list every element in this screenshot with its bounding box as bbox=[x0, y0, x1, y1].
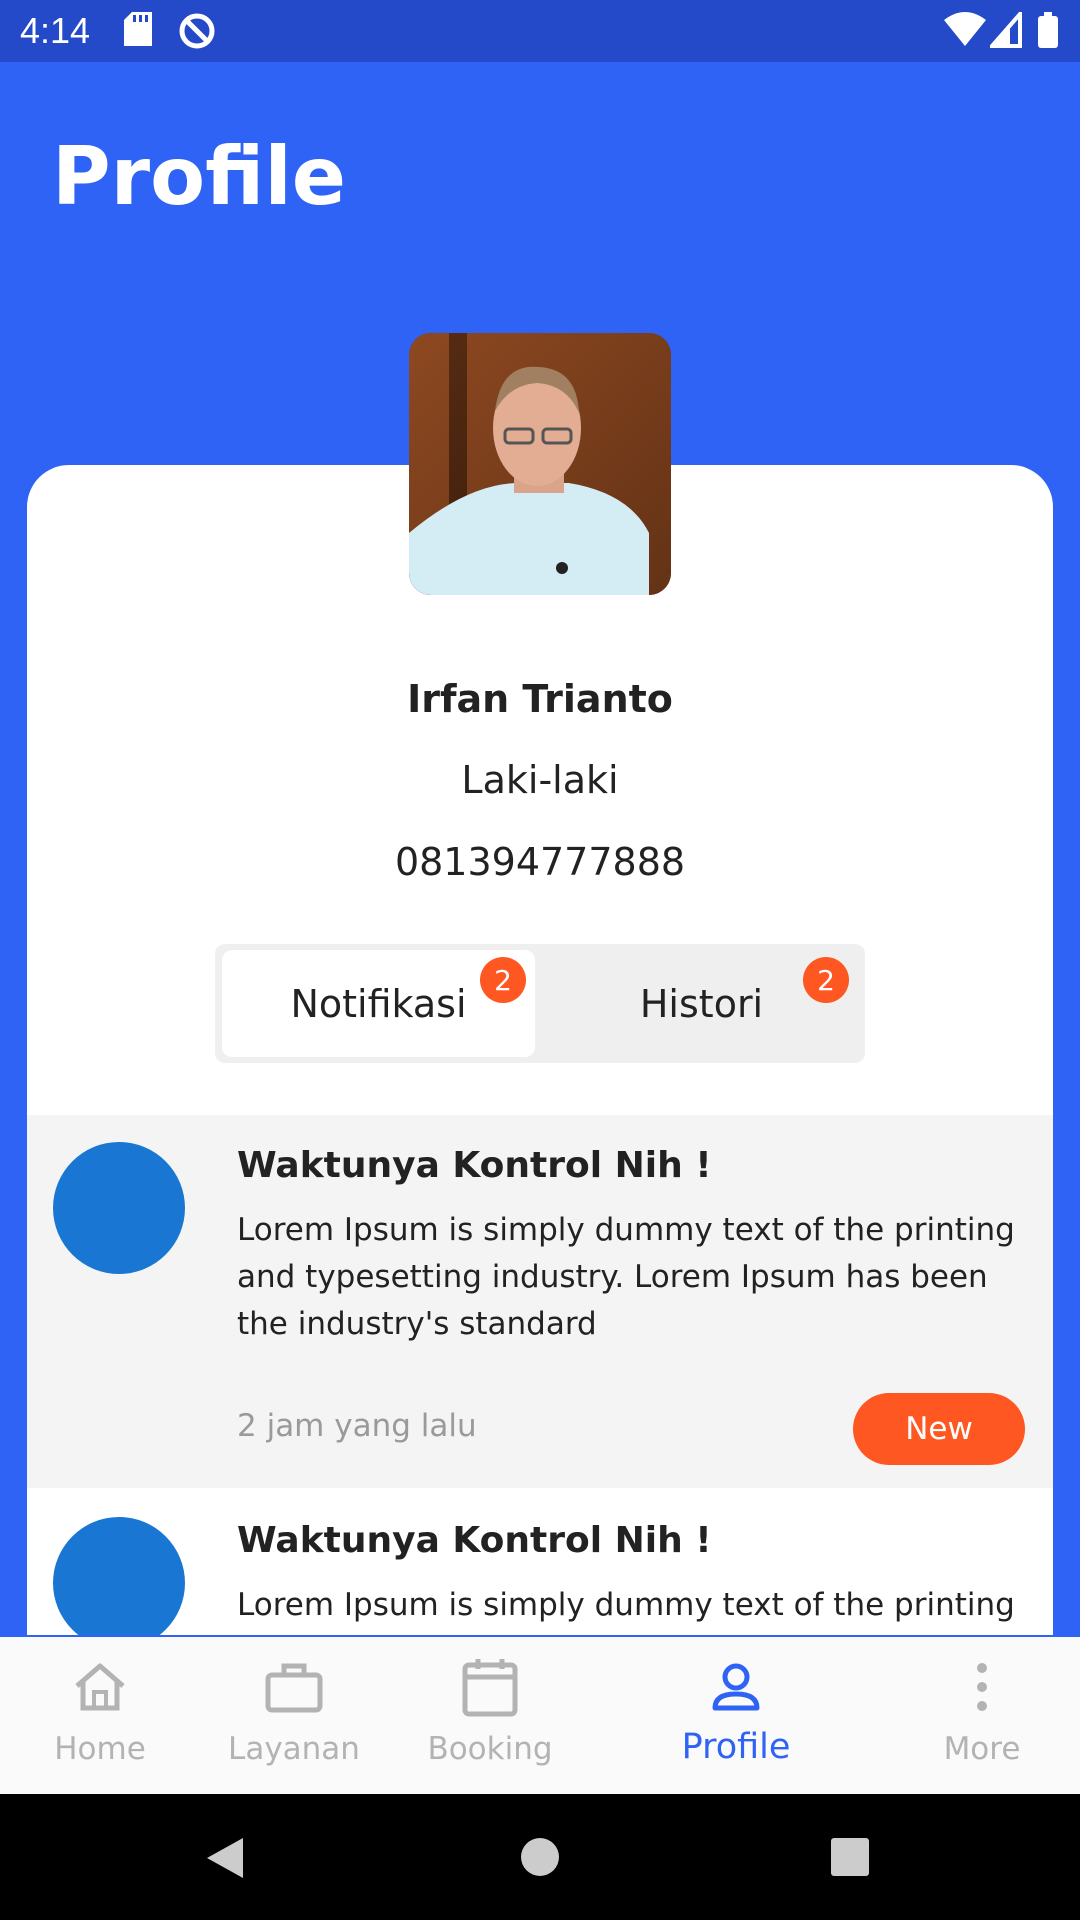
profile-name: Irfan Trianto bbox=[407, 677, 673, 721]
person-icon bbox=[711, 1657, 761, 1717]
signal-icon bbox=[987, 8, 1022, 52]
tab-histori-label: Histori bbox=[639, 981, 764, 1026]
nav-more-label: More bbox=[943, 1731, 1021, 1767]
nav-more[interactable]: More bbox=[882, 1637, 1080, 1794]
page-title: Profile bbox=[52, 130, 347, 223]
nav-booking[interactable]: Booking bbox=[390, 1637, 590, 1794]
notification-time: 2 jam yang lalu bbox=[237, 1408, 477, 1444]
tab-notifikasi-label: Notifikasi bbox=[290, 981, 467, 1026]
nav-home[interactable]: Home bbox=[0, 1637, 200, 1794]
home-circle-icon[interactable] bbox=[520, 1837, 560, 1881]
nav-layanan[interactable]: Layanan bbox=[194, 1637, 394, 1794]
notification-body: Lorem Ipsum is simply dummy text of the … bbox=[237, 1587, 1015, 1623]
back-icon[interactable] bbox=[205, 1836, 245, 1884]
notification-title: Waktunya Kontrol Nih ! bbox=[237, 1145, 712, 1186]
notification-body: Lorem Ipsum is simply dummy text of the … bbox=[237, 1212, 1015, 1342]
notification-avatar bbox=[53, 1142, 185, 1274]
briefcase-icon bbox=[265, 1657, 323, 1717]
notification-item[interactable]: Waktunya Kontrol Nih ! Lorem Ipsum is si… bbox=[27, 1490, 1053, 1635]
system-navigation-bar bbox=[0, 1794, 1080, 1920]
profile-gender: Laki-laki bbox=[461, 758, 619, 802]
status-time: 4:14 bbox=[20, 10, 91, 51]
calendar-icon bbox=[462, 1657, 518, 1717]
notification-avatar bbox=[53, 1517, 185, 1635]
nav-profile[interactable]: Profile bbox=[636, 1637, 836, 1794]
new-badge-button[interactable]: New bbox=[853, 1393, 1025, 1465]
recents-icon[interactable] bbox=[830, 1837, 870, 1881]
tab-switcher: Notifikasi 2 Histori 2 bbox=[215, 944, 865, 1063]
battery-icon bbox=[1038, 12, 1058, 52]
nav-home-label: Home bbox=[54, 1731, 146, 1767]
wifi-icon bbox=[944, 12, 986, 52]
status-bar: 4:14 bbox=[0, 0, 1080, 62]
home-icon bbox=[72, 1657, 128, 1717]
notification-item[interactable]: Waktunya Kontrol Nih ! Lorem Ipsum is si… bbox=[27, 1115, 1053, 1488]
nav-booking-label: Booking bbox=[427, 1731, 553, 1767]
more-vertical-icon bbox=[975, 1657, 989, 1717]
bottom-navigation: Home Layanan Booking Profile More bbox=[0, 1637, 1080, 1794]
profile-phone: 081394777888 bbox=[394, 840, 686, 884]
tab-notifikasi-badge: 2 bbox=[480, 957, 526, 1003]
sync-icon bbox=[178, 12, 216, 54]
sd-card-icon bbox=[124, 12, 152, 50]
notification-title: Waktunya Kontrol Nih ! bbox=[237, 1520, 712, 1561]
profile-avatar bbox=[409, 333, 671, 595]
tab-histori-badge: 2 bbox=[803, 957, 849, 1003]
nav-profile-label: Profile bbox=[681, 1727, 791, 1767]
nav-layanan-label: Layanan bbox=[228, 1731, 360, 1767]
